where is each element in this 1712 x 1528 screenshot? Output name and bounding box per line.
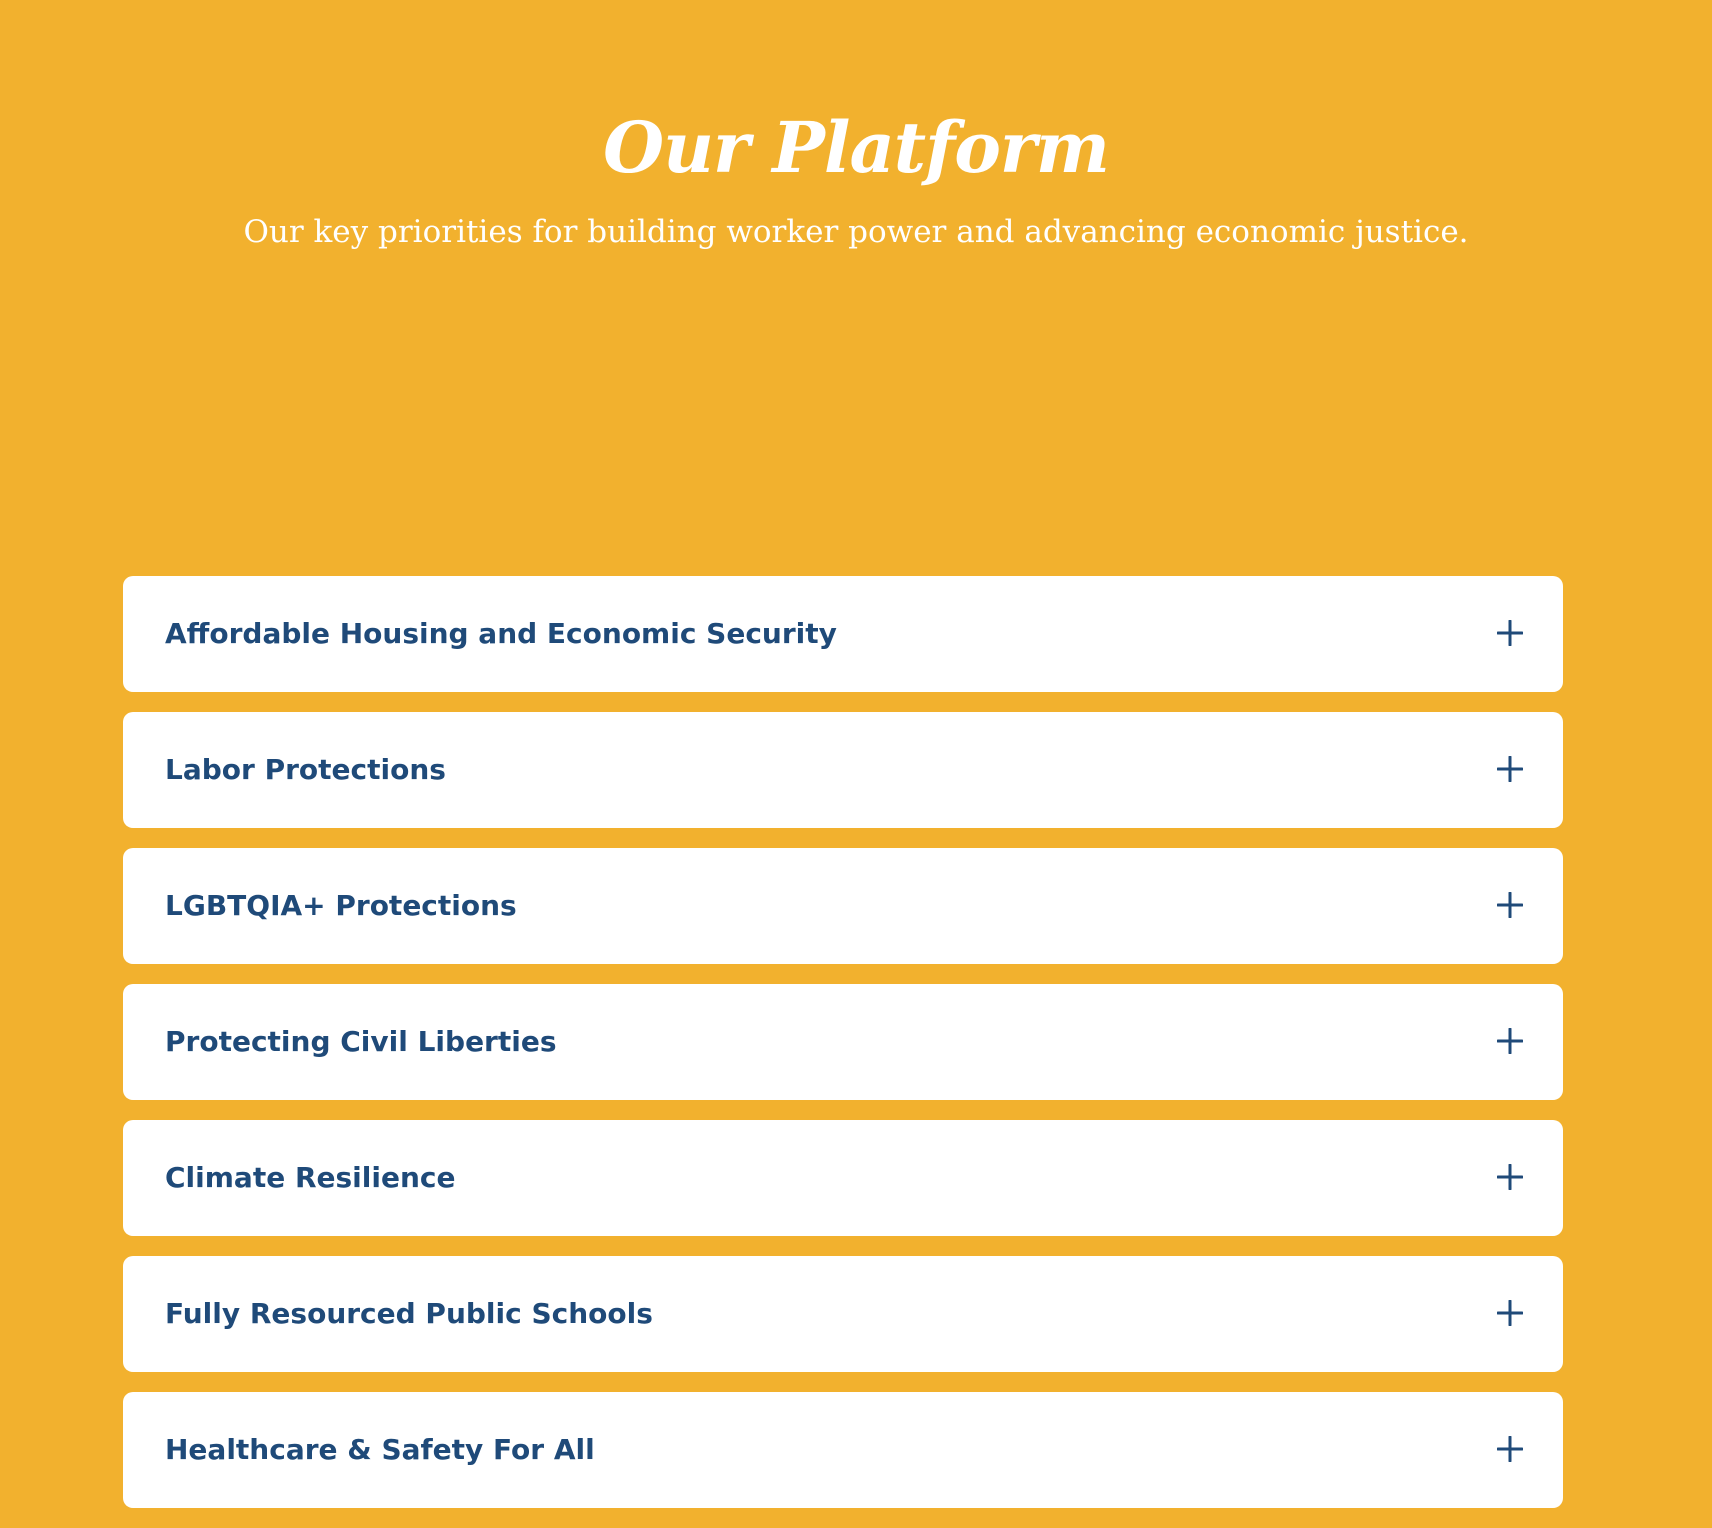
accordion-item-label: Healthcare & Safety For All [165, 1433, 595, 1466]
plus-icon[interactable] [1497, 892, 1523, 918]
accordion-item-climate-resilience[interactable]: Climate Resilience [123, 1120, 1563, 1236]
platform-header: Our Platform Our key priorities for buil… [0, 0, 1712, 560]
page-title: Our Platform [603, 106, 1110, 189]
plus-icon[interactable] [1497, 1436, 1523, 1462]
accordion-item-label: LGBTQIA+ Protections [165, 889, 517, 922]
page-subtitle: Our key priorities for building worker p… [243, 214, 1469, 250]
accordion-item-label: Affordable Housing and Economic Security [165, 617, 837, 650]
accordion-item-label: Climate Resilience [165, 1161, 456, 1194]
plus-icon[interactable] [1497, 1164, 1523, 1190]
plus-icon[interactable] [1497, 620, 1523, 646]
accordion-item-affordable-housing[interactable]: Affordable Housing and Economic Security [123, 576, 1563, 692]
platform-accordion: Affordable Housing and Economic Security… [123, 576, 1563, 1528]
accordion-item-civil-liberties[interactable]: Protecting Civil Liberties [123, 984, 1563, 1100]
accordion-item-label: Protecting Civil Liberties [165, 1025, 557, 1058]
plus-icon[interactable] [1497, 1028, 1523, 1054]
accordion-item-healthcare-safety[interactable]: Healthcare & Safety For All [123, 1392, 1563, 1508]
accordion-item-label: Fully Resourced Public Schools [165, 1297, 653, 1330]
plus-icon[interactable] [1497, 1300, 1523, 1326]
accordion-item-public-schools[interactable]: Fully Resourced Public Schools [123, 1256, 1563, 1372]
accordion-item-labor-protections[interactable]: Labor Protections [123, 712, 1563, 828]
accordion-item-label: Labor Protections [165, 753, 446, 786]
plus-icon[interactable] [1497, 756, 1523, 782]
accordion-item-lgbtqia-protections[interactable]: LGBTQIA+ Protections [123, 848, 1563, 964]
